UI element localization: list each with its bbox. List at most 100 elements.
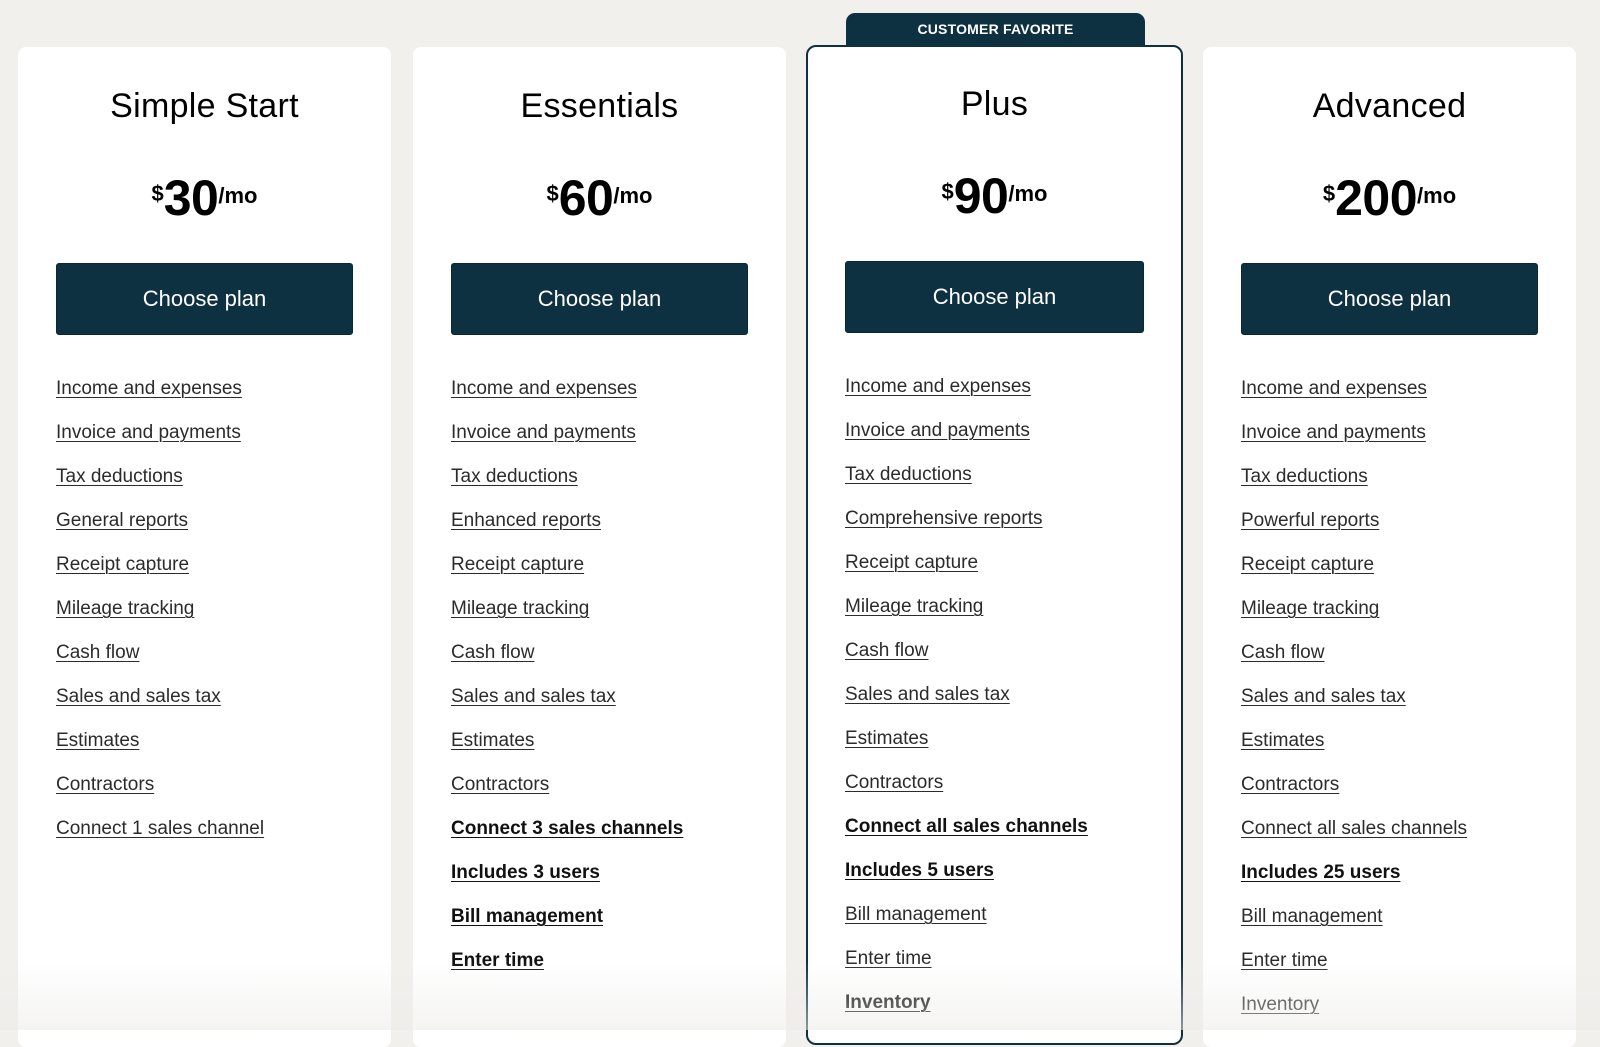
feature-link[interactable]: Invoice and payments [56,422,241,443]
feature-link[interactable]: Connect all sales channels [845,816,1088,837]
feature-link[interactable]: Receipt capture [1241,554,1374,575]
feature-item: Powerful reports [1241,499,1467,543]
feature-item: Tax deductions [451,455,683,499]
feature-item: Connect all sales channels [845,805,1088,849]
plan-title: Advanced [1312,87,1467,125]
feature-link[interactable]: Mileage tracking [56,598,194,619]
feature-item: Sales and sales tax [451,675,683,719]
feature-item: Enter time [845,937,1088,981]
plan-card-essentials: Essentials $60/mo Choose plan Income and… [413,47,786,1047]
feature-link[interactable]: Powerful reports [1241,510,1379,531]
feature-item: Includes 3 users [451,851,683,895]
feature-link[interactable]: Comprehensive reports [845,508,1042,529]
feature-link[interactable]: Includes 5 users [845,860,994,881]
feature-link[interactable]: Enter time [451,950,544,971]
feature-link[interactable]: Connect 1 sales channel [56,818,264,839]
feature-link[interactable]: Receipt capture [845,552,978,573]
feature-link[interactable]: Tax deductions [1241,466,1368,487]
choose-plan-button[interactable]: Choose plan [1241,263,1538,335]
feature-item: Invoice and payments [451,411,683,455]
feature-link[interactable]: Tax deductions [845,464,972,485]
feature-link[interactable]: Income and expenses [1241,378,1427,399]
feature-item: Includes 5 users [845,849,1088,893]
feature-item: Comprehensive reports [845,497,1088,541]
plan-card-plus: Plus $90/mo Choose plan Income and expen… [806,45,1183,1045]
plan-title: Plus [960,85,1029,123]
feature-link[interactable]: Inventory [845,992,931,1013]
feature-item: Sales and sales tax [1241,675,1467,719]
feature-link[interactable]: Estimates [451,730,534,751]
feature-link[interactable]: Sales and sales tax [845,684,1010,705]
price-currency: $ [151,181,164,206]
feature-item: Enter time [451,939,683,983]
feature-link[interactable]: Includes 25 users [1241,862,1400,883]
feature-link[interactable]: Mileage tracking [451,598,589,619]
choose-plan-button[interactable]: Choose plan [845,261,1144,333]
feature-link[interactable]: Contractors [56,774,154,795]
feature-link[interactable]: Bill management [451,906,603,927]
feature-item: Bill management [1241,895,1467,939]
price-period: /mo [613,183,653,208]
feature-link[interactable]: Cash flow [451,642,534,663]
feature-link[interactable]: Bill management [1241,906,1383,927]
feature-item: Receipt capture [1241,543,1467,587]
feature-link[interactable]: Cash flow [845,640,928,661]
feature-item: Income and expenses [845,365,1088,409]
feature-link[interactable]: Connect 3 sales channels [451,818,683,839]
feature-item: Contractors [56,763,264,807]
feature-link[interactable]: Income and expenses [56,378,242,399]
choose-plan-button[interactable]: Choose plan [56,263,353,335]
feature-item: Mileage tracking [56,587,264,631]
feature-link[interactable]: Estimates [1241,730,1324,751]
plan-price: $90/mo [808,167,1181,225]
plan-price: $60/mo [413,169,786,227]
feature-link[interactable]: General reports [56,510,188,531]
feature-item: Income and expenses [451,367,683,411]
feature-link[interactable]: Sales and sales tax [451,686,616,707]
feature-link[interactable]: Tax deductions [56,466,183,487]
feature-link[interactable]: Mileage tracking [1241,598,1379,619]
feature-link[interactable]: Estimates [845,728,928,749]
plan-price: $200/mo [1203,169,1576,227]
feature-link[interactable]: Receipt capture [56,554,189,575]
feature-link[interactable]: Cash flow [56,642,139,663]
price-amount: 60 [558,170,614,226]
price-period: /mo [218,183,258,208]
feature-link[interactable]: Sales and sales tax [1241,686,1406,707]
feature-link[interactable]: Invoice and payments [845,420,1030,441]
feature-item: Contractors [1241,763,1467,807]
feature-item: Inventory [1241,983,1467,1027]
pricing-plans: CUSTOMER FAVORITE Simple Start $30/mo Ch… [0,0,1600,1047]
feature-item: Income and expenses [1241,367,1467,411]
plan-card-advanced: Advanced $200/mo Choose plan Income and … [1203,47,1576,1047]
feature-link[interactable]: Receipt capture [451,554,584,575]
feature-link[interactable]: Contractors [845,772,943,793]
feature-link[interactable]: Sales and sales tax [56,686,221,707]
price-period: /mo [1008,181,1048,206]
feature-link[interactable]: Enter time [845,948,932,969]
feature-item: Invoice and payments [845,409,1088,453]
feature-link[interactable]: Enter time [1241,950,1328,971]
feature-link[interactable]: Income and expenses [845,376,1031,397]
feature-link[interactable]: Includes 3 users [451,862,600,883]
feature-item: Connect all sales channels [1241,807,1467,851]
feature-link[interactable]: Inventory [1241,994,1319,1015]
feature-link[interactable]: Estimates [56,730,139,751]
feature-link[interactable]: Contractors [451,774,549,795]
feature-link[interactable]: Cash flow [1241,642,1324,663]
price-currency: $ [941,179,954,204]
feature-link[interactable]: Enhanced reports [451,510,601,531]
feature-link[interactable]: Income and expenses [451,378,637,399]
feature-link[interactable]: Mileage tracking [845,596,983,617]
feature-item: Contractors [451,763,683,807]
feature-link[interactable]: Tax deductions [451,466,578,487]
feature-link[interactable]: Connect all sales channels [1241,818,1467,839]
feature-list: Income and expenses Invoice and payments T… [451,367,683,983]
feature-link[interactable]: Bill management [845,904,987,925]
feature-link[interactable]: Invoice and payments [451,422,636,443]
feature-link[interactable]: Contractors [1241,774,1339,795]
feature-item: Cash flow [845,629,1088,673]
feature-link[interactable]: Invoice and payments [1241,422,1426,443]
choose-plan-button[interactable]: Choose plan [451,263,748,335]
feature-item: Connect 3 sales channels [451,807,683,851]
